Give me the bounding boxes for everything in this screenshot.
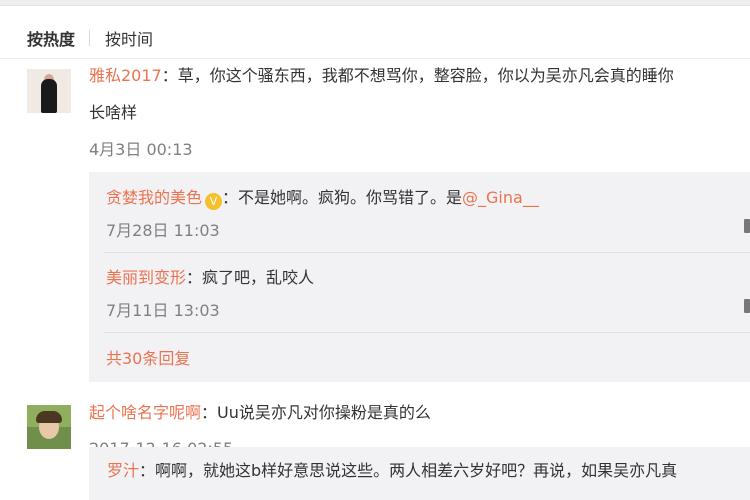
reply-item: 美丽到变形：疯了吧，乱咬人 [106,264,314,288]
reply-username[interactable]: 贪婪我的美色 [106,188,202,207]
sort-by-time-tab[interactable]: 按时间 [105,26,153,50]
sort-separator [89,30,91,46]
reply-action-icon[interactable] [744,299,750,313]
sort-bar: 按热度 按时间 [27,27,153,49]
reply-text: ：啊啊，就她这b样好意思说这些。两人相差六岁好吧？再说，如果吴亦凡真 [139,461,678,480]
reply-action-icon[interactable] [744,219,750,233]
view-more-replies-link[interactable]: 共30条回复 [106,345,190,369]
comment-username[interactable]: 雅私2017 [89,66,162,85]
reply-text: ：不是她啊。疯狗。你骂错了。是 [222,188,463,207]
reply-divider [104,332,750,333]
avatar[interactable] [27,69,71,113]
member-badge-icon: V [205,193,223,210]
reply-timestamp: 7月11日 13:03 [106,301,220,320]
reply-item: 贪婪我的美色 V ：不是她啊。疯狗。你骂错了。是@_Gina__ [106,184,539,210]
comment-text-continued: 长啥样 [89,103,138,122]
avatar[interactable] [27,405,71,449]
comment-timestamp: 4月3日 00:13 [89,140,193,159]
mention-link[interactable]: @_Gina__ [462,188,539,207]
sort-by-hot-tab[interactable]: 按热度 [27,26,75,50]
reply-timestamp: 7月28日 11:03 [106,221,220,240]
reply-username[interactable]: 美丽到变形 [106,268,186,287]
reply-list: 罗汁：啊啊，就她这b样好意思说这些。两人相差六岁好吧？再说，如果吴亦凡真 [89,447,750,500]
top-divider [0,0,750,6]
comment-text: ：草，你这个骚东西，我都不想骂你，整容脸，你以为吴亦凡会真的睡你 [161,66,674,85]
reply-text: ：疯了吧，乱咬人 [186,268,315,287]
reply-username[interactable]: 罗汁 [107,461,139,480]
comment-text: ：Uu说吴亦凡对你操粉是真的么 [201,403,431,422]
reply-divider [104,252,750,253]
comment-username[interactable]: 起个啥名字呢啊 [89,403,201,422]
sort-divider [0,58,750,59]
comment-body: 雅私2017：草，你这个骚东西，我都不想骂你，整容脸，你以为吴亦凡会真的睡你 [89,60,674,92]
reply-item: 罗汁：啊啊，就她这b样好意思说这些。两人相差六岁好吧？再说，如果吴亦凡真 [107,457,677,481]
comment-body: 起个啥名字呢啊：Uu说吴亦凡对你操粉是真的么 [89,397,431,429]
